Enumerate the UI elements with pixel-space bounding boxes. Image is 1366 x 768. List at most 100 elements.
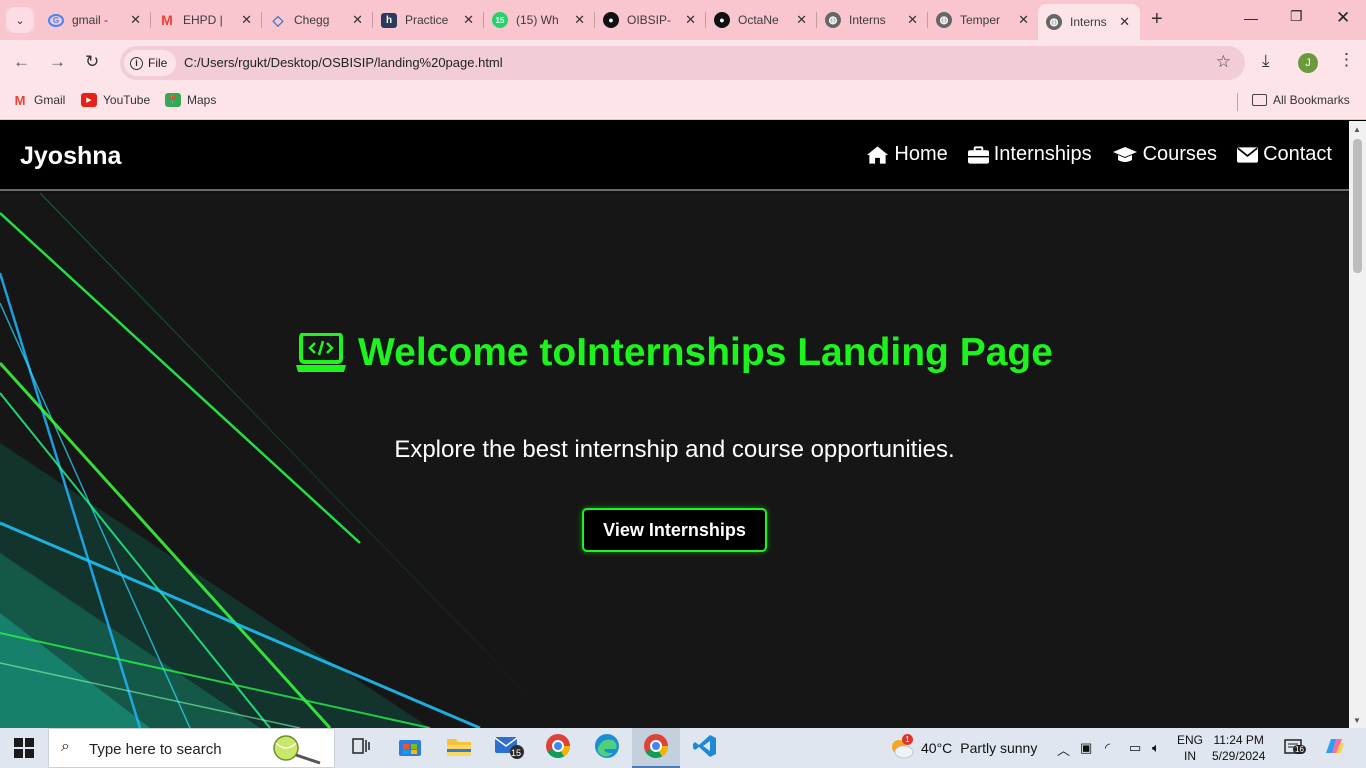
github-icon: ●: [603, 12, 619, 28]
close-window-button[interactable]: ✕: [1336, 8, 1350, 28]
system-clock[interactable]: 11:24 PM 5/29/2024: [1212, 732, 1265, 764]
star-icon: ☆: [1215, 52, 1231, 71]
google-icon: G: [48, 13, 64, 27]
gmail-icon: M: [161, 12, 173, 28]
taskbar-chrome[interactable]: [642, 733, 670, 764]
taskbar-file-explorer[interactable]: [445, 734, 473, 762]
bookmark-youtube[interactable]: ▶ YouTube: [81, 93, 150, 107]
bookmark-gmail[interactable]: M Gmail: [12, 93, 66, 108]
nav-home[interactable]: Home: [866, 143, 948, 166]
close-icon[interactable]: ✕: [1018, 12, 1029, 28]
screen-icon: ▣: [1080, 740, 1093, 755]
close-icon[interactable]: ✕: [1119, 14, 1130, 30]
page-scrollbar[interactable]: ▲ ▼: [1349, 121, 1366, 728]
site-brand[interactable]: Jyoshna: [20, 142, 121, 171]
all-bookmarks-button[interactable]: All Bookmarks: [1252, 93, 1350, 107]
close-icon[interactable]: ✕: [907, 12, 918, 28]
chevron-up-icon: ︿: [1057, 743, 1071, 758]
taskbar-chrome-profile[interactable]: [544, 733, 572, 764]
language-indicator[interactable]: ENG IN: [1177, 732, 1203, 764]
copilot-icon: [1323, 735, 1345, 762]
notification-center-button[interactable]: 16: [1284, 738, 1306, 761]
taskbar-search[interactable]: ⌕ Type here to search: [48, 728, 335, 768]
tab-practice[interactable]: h Practice ✕: [373, 6, 484, 34]
scroll-up-icon[interactable]: ▲: [1353, 125, 1361, 134]
close-icon[interactable]: ✕: [796, 12, 807, 28]
chrome-icon: [545, 733, 571, 764]
nav-courses[interactable]: Courses: [1112, 143, 1217, 166]
address-url[interactable]: C:/Users/rgukt/Desktop/OSBISIP/landing%2…: [184, 55, 503, 70]
tab-internships-active[interactable]: ◍ Interns ✕: [1038, 4, 1140, 40]
taskbar-copilot[interactable]: [1320, 734, 1348, 762]
windows-logo-icon: [14, 738, 23, 747]
bookmark-maps[interactable]: 📍 Maps: [165, 93, 216, 107]
tab-whatsapp[interactable]: 15 (15) Wh ✕: [484, 6, 595, 34]
new-tab-button[interactable]: +: [1151, 9, 1163, 29]
task-view-icon: [351, 737, 371, 760]
wifi-icon: ◜: [1105, 740, 1111, 755]
close-icon[interactable]: ✕: [574, 12, 585, 28]
close-icon: ✕: [1336, 8, 1351, 27]
close-icon[interactable]: ✕: [241, 12, 252, 28]
tab-octane[interactable]: ● OctaNe ✕: [706, 6, 817, 34]
restore-button[interactable]: ❐: [1290, 8, 1303, 25]
chegg-icon: ◇: [272, 11, 284, 28]
nav-contact[interactable]: Contact: [1237, 143, 1332, 166]
tab-chegg[interactable]: ◇ Chegg ✕: [262, 6, 373, 34]
close-icon[interactable]: ✕: [352, 12, 363, 28]
show-hidden-icons[interactable]: ︿: [1057, 740, 1070, 759]
taskbar-mail[interactable]: 15: [494, 734, 524, 762]
speaker-icon: 🔈︎: [1152, 740, 1160, 755]
taskbar-vscode[interactable]: [691, 734, 719, 762]
start-button[interactable]: [14, 738, 34, 758]
task-view-button[interactable]: [347, 734, 375, 762]
view-internships-button[interactable]: View Internships: [582, 508, 767, 552]
tab-ehpd[interactable]: M EHPD | ✕: [151, 6, 262, 34]
menu-button[interactable]: ⋮: [1338, 50, 1355, 70]
windows-taskbar: ⌕ Type here to search 15 1 40°C Partly s…: [0, 728, 1366, 768]
envelope-icon: [1237, 146, 1259, 163]
address-bar[interactable]: i File C:/Users/rgukt/Desktop/OSBISIP/la…: [120, 46, 1245, 80]
forward-button[interactable]: →: [49, 52, 66, 72]
tray-meet-now[interactable]: ▣: [1080, 740, 1092, 756]
chrome-icon: [643, 733, 669, 764]
taskbar-edge[interactable]: [593, 733, 621, 764]
downloads-button[interactable]: ⤓: [1262, 51, 1270, 71]
site-header: Jyoshna Home Internships Courses Contact: [0, 121, 1349, 191]
taskbar-store[interactable]: [396, 734, 424, 762]
folder-icon: [446, 735, 472, 762]
minimize-icon: —: [1244, 10, 1258, 26]
edge-icon: [594, 733, 620, 764]
info-icon: i: [130, 56, 143, 70]
reload-button[interactable]: ↻: [85, 52, 99, 72]
scroll-down-icon[interactable]: ▼: [1353, 716, 1361, 725]
minimize-button[interactable]: —: [1244, 10, 1258, 26]
scrollbar-thumb[interactable]: [1353, 139, 1362, 273]
hero-title: Welcome toInternships Landing Page: [0, 331, 1349, 375]
browser-tab-strip: ⌄ G gmail - ✕ M EHPD | ✕ ◇ Chegg ✕ h Pra…: [0, 0, 1366, 40]
weather-widget[interactable]: 1 40°C Partly sunny: [889, 734, 1037, 759]
github-icon: ●: [714, 12, 730, 28]
profile-avatar[interactable]: J: [1298, 53, 1318, 73]
close-icon[interactable]: ✕: [685, 12, 696, 28]
graduation-cap-icon: [1112, 146, 1138, 164]
tab-oibsip[interactable]: ● OIBSIP- ✕: [595, 6, 706, 34]
hackerrank-icon: h: [381, 12, 397, 28]
tab-gmail[interactable]: G gmail - ✕: [40, 6, 151, 34]
tray-volume[interactable]: 🔈︎: [1152, 740, 1160, 756]
search-icon: ⌕: [61, 738, 70, 755]
maps-icon: 📍: [165, 93, 181, 107]
back-button[interactable]: ←: [13, 52, 30, 72]
hero-section: Welcome toInternships Landing Page Explo…: [0, 193, 1349, 728]
bookmark-star-button[interactable]: ☆: [1216, 52, 1231, 72]
close-icon[interactable]: ✕: [463, 12, 474, 28]
tray-battery[interactable]: ▭: [1129, 740, 1141, 756]
close-icon[interactable]: ✕: [130, 12, 141, 28]
tab-temper[interactable]: ◍ Temper ✕: [928, 6, 1039, 34]
tab-internships-1[interactable]: ◍ Interns ✕: [817, 6, 928, 34]
site-info-chip[interactable]: i File: [124, 50, 176, 76]
tab-search-button[interactable]: ⌄: [6, 7, 34, 33]
nav-internships[interactable]: Internships: [967, 143, 1092, 166]
tray-network[interactable]: ◜: [1105, 740, 1110, 756]
reload-icon: ↻: [85, 52, 100, 71]
